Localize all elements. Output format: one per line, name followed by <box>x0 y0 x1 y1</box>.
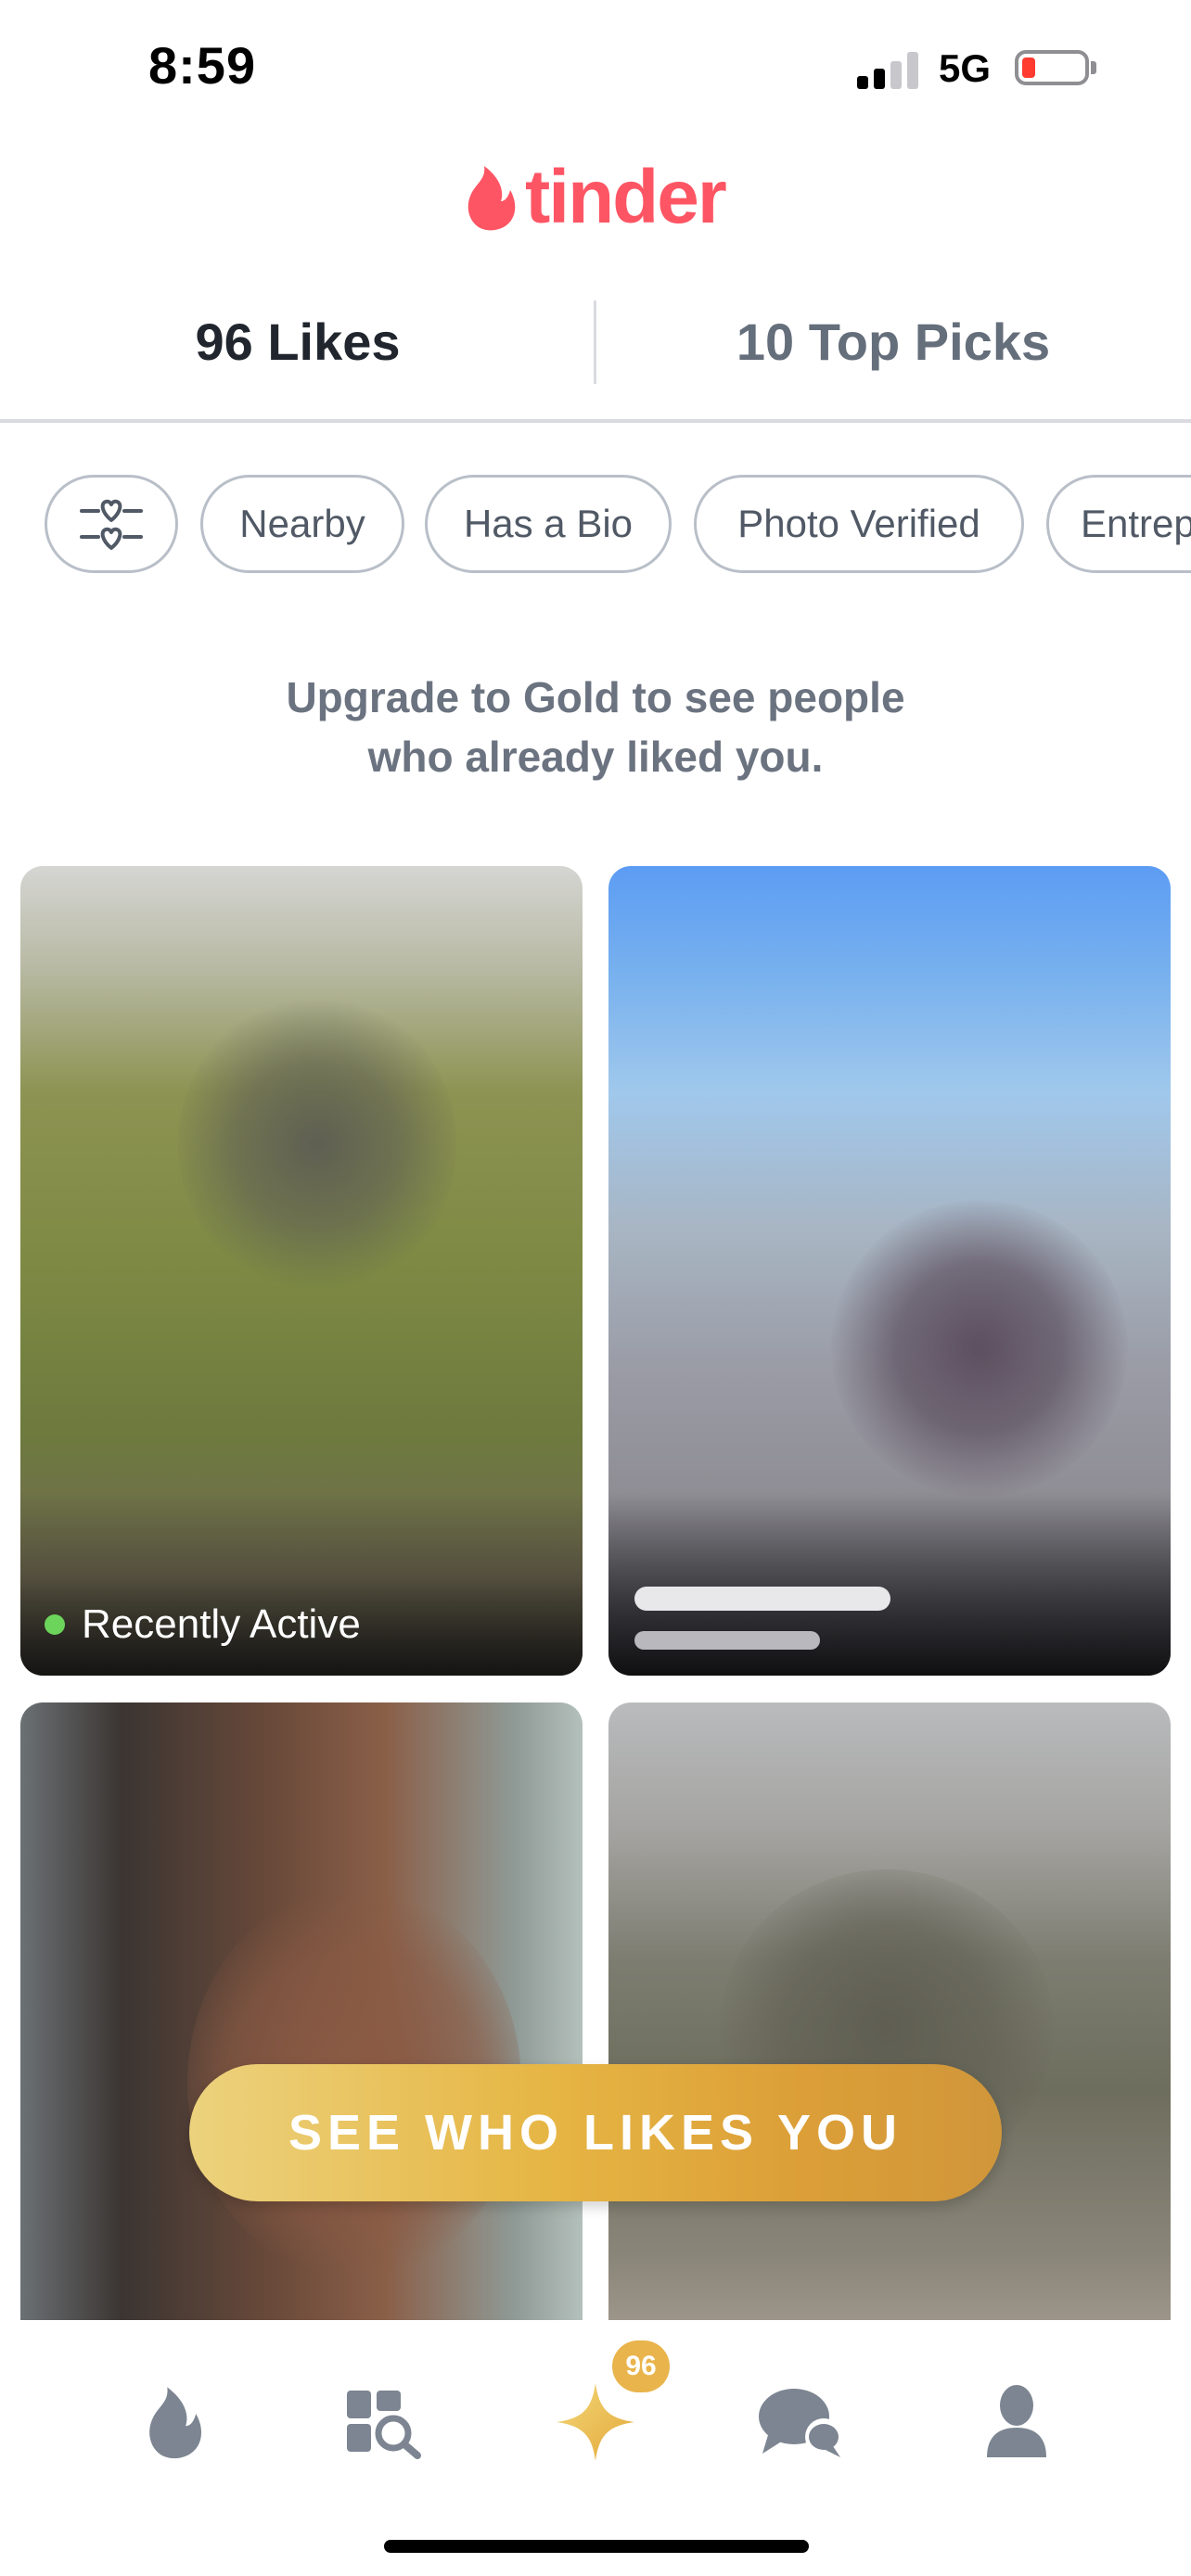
card-shade <box>20 1490 583 1676</box>
blurred-photo <box>178 996 456 1293</box>
upgrade-message: Upgrade to Gold to see people who alread… <box>224 668 967 786</box>
filter-settings-button[interactable] <box>45 475 178 573</box>
profile-icon <box>987 2385 1046 2457</box>
online-dot-icon <box>45 1614 65 1635</box>
battery-icon <box>1015 50 1089 85</box>
status-bar: 8:59 5G <box>0 0 1191 130</box>
tab-profile[interactable] <box>970 2376 1063 2468</box>
messages-icon <box>759 2389 842 2457</box>
filter-chip-has-bio[interactable]: Has a Bio <box>425 475 672 573</box>
upgrade-message-line2: who already liked you. <box>367 733 824 781</box>
cta-label: SEE WHO LIKES YOU <box>288 2105 903 2161</box>
filter-chip-nearby[interactable]: Nearby <box>200 475 404 573</box>
filter-hearts-icon <box>80 499 143 550</box>
recently-active-badge: Recently Active <box>45 1601 361 1648</box>
explore-icon <box>347 2391 421 2459</box>
filter-chip-photo-verified[interactable]: Photo Verified <box>694 475 1024 573</box>
blurred-like-card[interactable] <box>608 866 1171 1676</box>
tab-top-picks[interactable]: 10 Top Picks <box>596 295 1191 388</box>
blurred-like-card[interactable] <box>608 1702 1171 2352</box>
filter-chips: Nearby Has a Bio Photo Verified Entrep <box>45 475 1191 579</box>
upgrade-message-line1: Upgrade to Gold to see people <box>286 673 905 721</box>
battery-nub <box>1091 61 1096 74</box>
see-who-likes-you-button[interactable]: SEE WHO LIKES YOU <box>189 2064 1002 2201</box>
logo-text: tinder <box>525 155 727 239</box>
home-indicator <box>384 2540 809 2553</box>
recently-active-label: Recently Active <box>82 1601 361 1647</box>
likes-star-icon <box>557 2383 634 2461</box>
likes-count-badge: 96 <box>612 2340 670 2392</box>
network-type: 5G <box>939 46 992 90</box>
tinder-logo: tinder <box>464 155 727 239</box>
blurred-like-card[interactable] <box>20 1702 583 2352</box>
tab-explore[interactable] <box>336 2376 429 2468</box>
blurred-photo <box>831 1200 1128 1497</box>
tab-swipe[interactable] <box>128 2376 221 2468</box>
signal-icon <box>857 52 920 89</box>
bottom-tab-bar <box>0 2320 1191 2576</box>
status-time: 8:59 <box>148 36 257 95</box>
name-placeholder <box>634 1587 890 1611</box>
filter-chip-entrepreneur[interactable]: Entrep <box>1046 475 1191 573</box>
tab-messages[interactable] <box>755 2376 848 2468</box>
flame-icon <box>149 2387 202 2459</box>
tab-likes[interactable]: 96 Likes <box>0 295 596 388</box>
flame-logo-icon <box>467 166 516 231</box>
likes-tabs: 96 Likes 10 Top Picks <box>0 295 1191 423</box>
detail-placeholder <box>634 1631 820 1650</box>
blurred-like-card[interactable]: Recently Active <box>20 866 583 1676</box>
